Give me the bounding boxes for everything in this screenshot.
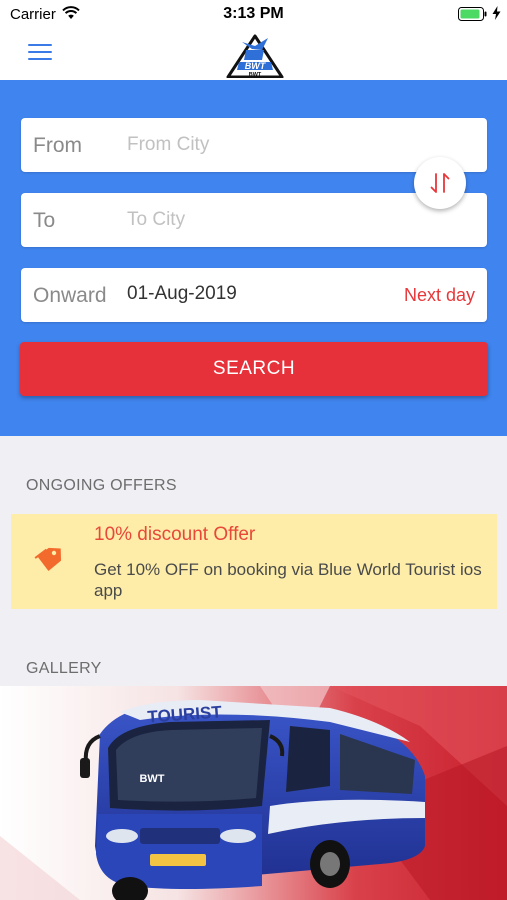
offer-title: 10% discount Offer xyxy=(94,524,256,545)
nav-bar: BWT BWT xyxy=(0,28,507,80)
search-button[interactable]: SEARCH xyxy=(20,342,488,396)
to-city-input[interactable] xyxy=(127,207,407,233)
gallery-bus-image[interactable]: TOURIST BWT xyxy=(0,686,507,900)
status-time: 3:13 PM xyxy=(223,5,284,22)
to-city-field[interactable]: To xyxy=(21,193,487,247)
hamburger-menu-icon[interactable] xyxy=(28,44,52,62)
svg-text:BWT: BWT xyxy=(245,61,267,71)
from-label: From xyxy=(33,134,82,157)
swap-cities-button[interactable] xyxy=(414,157,466,209)
onward-date-value[interactable]: 01-Aug-2019 xyxy=(127,283,237,305)
swap-arrows-icon xyxy=(427,170,453,201)
price-tag-icon xyxy=(33,544,65,581)
bwt-logo: BWT BWT xyxy=(224,30,286,79)
status-bar: Carrier 3:13 PM xyxy=(0,0,507,28)
next-day-button[interactable]: Next day xyxy=(404,285,475,306)
offer-description: Get 10% OFF on booking via Blue World To… xyxy=(94,560,482,600)
ongoing-offers-heading: ONGOING OFFERS xyxy=(26,477,177,494)
battery-icon xyxy=(458,7,488,26)
charging-bolt-icon xyxy=(492,6,501,25)
from-city-input[interactable] xyxy=(127,132,407,158)
onward-label: Onward xyxy=(33,284,107,307)
bus-brand-text: BWT xyxy=(139,773,164,785)
onward-date-field[interactable]: Onward 01-Aug-2019 Next day xyxy=(21,268,487,322)
offer-card[interactable]: 10% discount Offer Get 10% OFF on bookin… xyxy=(11,514,497,609)
to-label: To xyxy=(33,209,56,232)
from-city-field[interactable]: From xyxy=(21,118,487,172)
gallery-heading: GALLERY xyxy=(26,660,102,677)
logo-text: BWT xyxy=(249,72,262,78)
